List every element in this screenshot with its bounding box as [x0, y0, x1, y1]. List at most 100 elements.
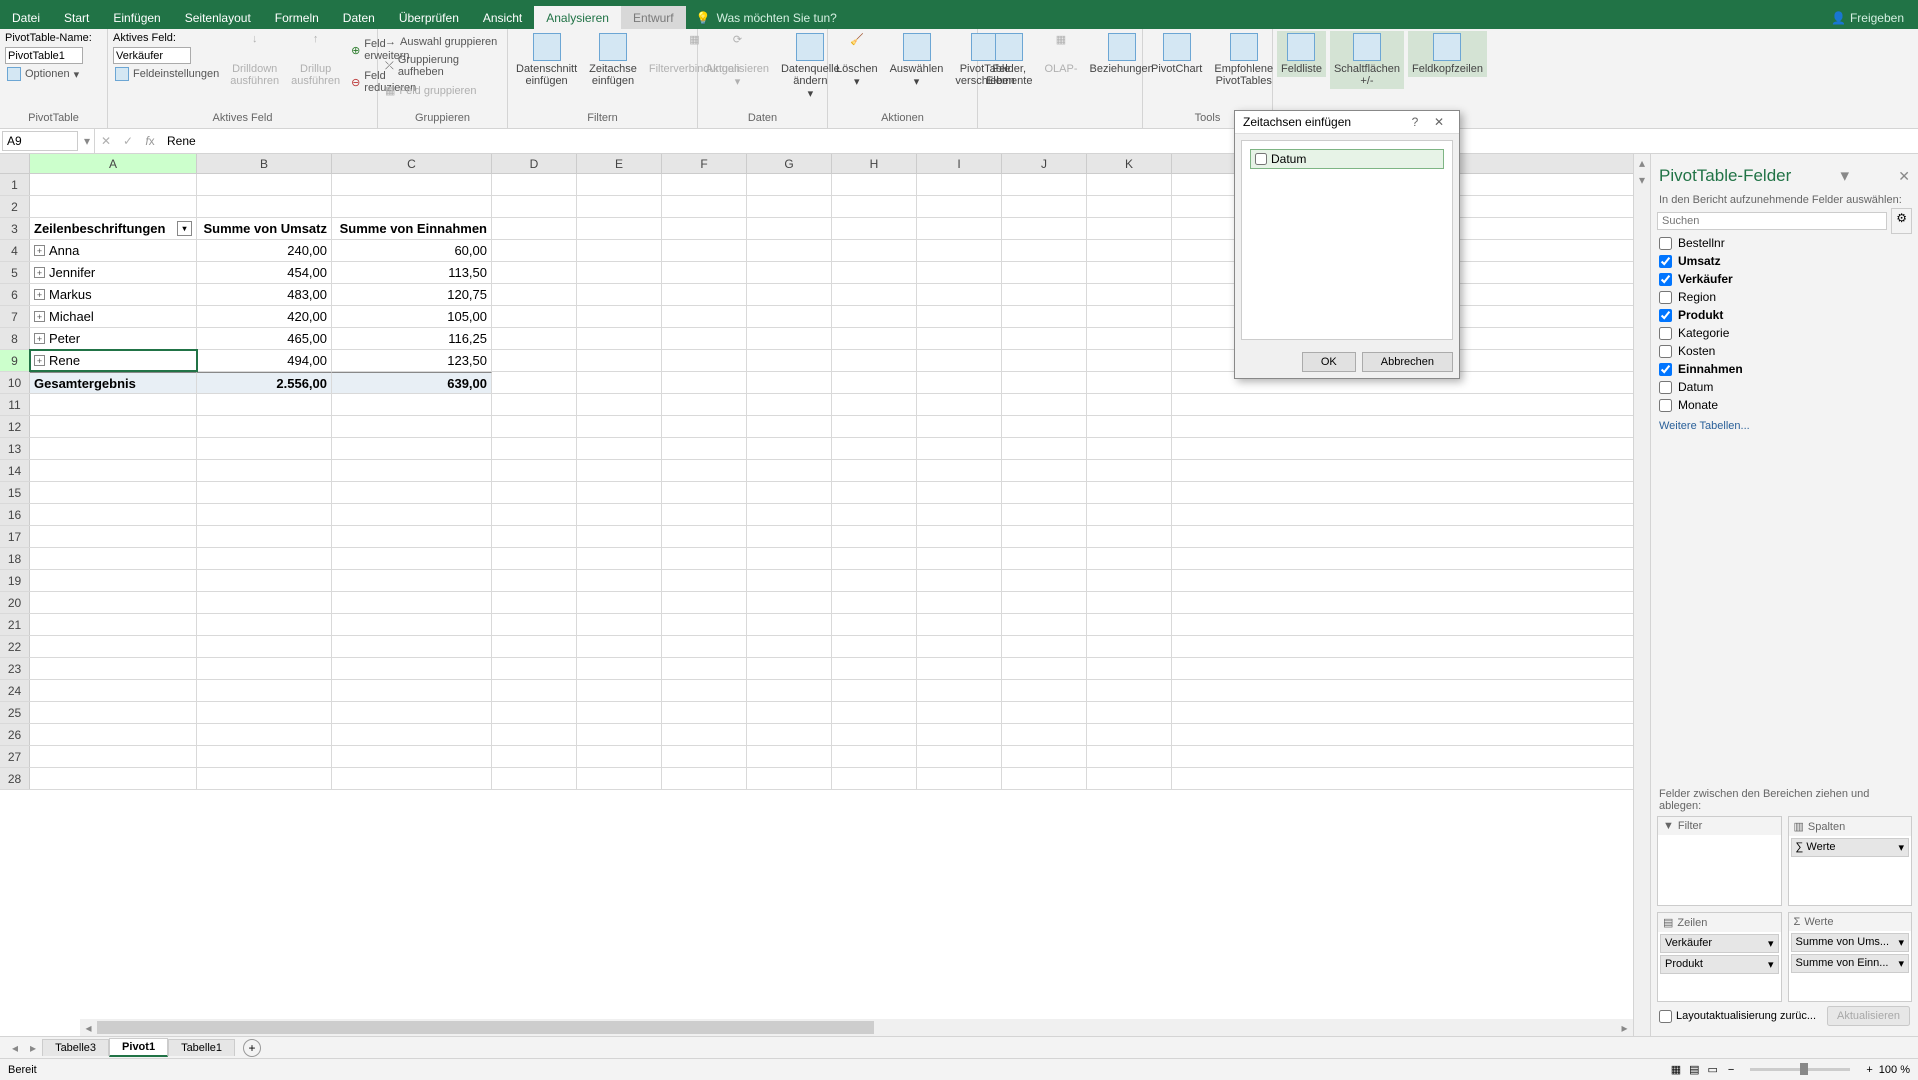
field-item[interactable]: Einnahmen: [1657, 360, 1912, 378]
cell[interactable]: [662, 240, 747, 261]
cell[interactable]: [917, 350, 1002, 371]
cell[interactable]: [662, 394, 747, 415]
cell[interactable]: [747, 372, 832, 393]
gear-icon[interactable]: ⚙: [1891, 208, 1912, 234]
cell[interactable]: [1087, 196, 1172, 217]
row-header[interactable]: 2: [0, 196, 30, 217]
cell[interactable]: [662, 724, 747, 745]
area-item[interactable]: ∑ Werte▾: [1791, 838, 1910, 857]
cell[interactable]: [917, 240, 1002, 261]
cell[interactable]: 494,00: [197, 350, 332, 371]
cell[interactable]: Summe von Umsatz: [197, 218, 332, 239]
area-item[interactable]: Summe von Einn...▾: [1791, 954, 1910, 973]
cell[interactable]: [917, 768, 1002, 789]
cell[interactable]: [917, 702, 1002, 723]
area-item[interactable]: Produkt▾: [1660, 955, 1779, 974]
cell[interactable]: [747, 416, 832, 437]
cell[interactable]: [492, 746, 577, 767]
cell[interactable]: [662, 548, 747, 569]
cell[interactable]: [332, 504, 492, 525]
cell[interactable]: [577, 482, 662, 503]
cell[interactable]: [662, 416, 747, 437]
cell[interactable]: [917, 394, 1002, 415]
cell[interactable]: [662, 482, 747, 503]
cell[interactable]: [30, 416, 197, 437]
cell[interactable]: [832, 614, 917, 635]
row-header[interactable]: 28: [0, 768, 30, 789]
cell[interactable]: [332, 526, 492, 547]
cell[interactable]: 483,00: [197, 284, 332, 305]
cell[interactable]: [492, 680, 577, 701]
cell[interactable]: [577, 438, 662, 459]
cell[interactable]: [1087, 592, 1172, 613]
cell[interactable]: [1087, 526, 1172, 547]
sheet-nav-left-icon[interactable]: ◂: [6, 1041, 24, 1055]
cell[interactable]: [832, 394, 917, 415]
cell[interactable]: [1002, 328, 1087, 349]
field-item[interactable]: Bestellnr: [1657, 234, 1912, 252]
row-header[interactable]: 26: [0, 724, 30, 745]
row-header[interactable]: 1: [0, 174, 30, 195]
col-header-k[interactable]: K: [1087, 154, 1172, 173]
cell[interactable]: [1087, 702, 1172, 723]
cell[interactable]: [1087, 350, 1172, 371]
fields-button[interactable]: Felder, Elemente: [982, 31, 1036, 89]
cell[interactable]: [332, 768, 492, 789]
view-layout-icon[interactable]: ▤: [1685, 1063, 1703, 1076]
cell[interactable]: +Anna: [30, 240, 197, 261]
cell[interactable]: [1087, 768, 1172, 789]
name-box-dropdown[interactable]: ▾: [80, 129, 95, 153]
cell[interactable]: [1087, 614, 1172, 635]
cell[interactable]: [662, 350, 747, 371]
cell[interactable]: [30, 702, 197, 723]
tab-einfuegen[interactable]: Einfügen: [101, 6, 172, 29]
cell[interactable]: [832, 768, 917, 789]
cell[interactable]: [1087, 394, 1172, 415]
cell[interactable]: [832, 592, 917, 613]
expand-button[interactable]: +: [34, 289, 45, 300]
cell[interactable]: [747, 526, 832, 547]
cell[interactable]: [30, 174, 197, 195]
cell[interactable]: [832, 658, 917, 679]
cell[interactable]: [1087, 262, 1172, 283]
cell[interactable]: [332, 548, 492, 569]
expand-button[interactable]: +: [34, 267, 45, 278]
cell[interactable]: [30, 196, 197, 217]
cell[interactable]: [1087, 372, 1172, 393]
cell[interactable]: [197, 724, 332, 745]
cell[interactable]: [577, 394, 662, 415]
group-field-button[interactable]: ▦Feld gruppieren: [382, 83, 479, 98]
cell[interactable]: [332, 174, 492, 195]
cell[interactable]: [747, 570, 832, 591]
field-checkbox[interactable]: [1659, 309, 1672, 322]
cell[interactable]: [332, 196, 492, 217]
cell[interactable]: [1002, 636, 1087, 657]
expand-button[interactable]: +: [34, 311, 45, 322]
fx-icon[interactable]: fx: [139, 134, 161, 148]
cell[interactable]: [832, 438, 917, 459]
cell[interactable]: [832, 416, 917, 437]
cell[interactable]: 2.556,00: [197, 372, 332, 393]
cell[interactable]: [832, 702, 917, 723]
row-header[interactable]: 4: [0, 240, 30, 261]
cell[interactable]: [577, 504, 662, 525]
cell[interactable]: +Rene: [30, 350, 197, 371]
cell[interactable]: [662, 768, 747, 789]
cell[interactable]: [577, 592, 662, 613]
ungroup-button[interactable]: ⤫Gruppierung aufheben: [382, 53, 503, 79]
defer-checkbox[interactable]: [1659, 1010, 1672, 1023]
cell[interactable]: [492, 416, 577, 437]
olap-button[interactable]: ▦OLAP-: [1040, 31, 1081, 77]
timeline-button[interactable]: Zeitachse einfügen: [585, 31, 641, 89]
cell[interactable]: 420,00: [197, 306, 332, 327]
cell[interactable]: [197, 438, 332, 459]
cell[interactable]: [1087, 306, 1172, 327]
recommended-button[interactable]: Empfohlene PivotTables: [1210, 31, 1277, 89]
expand-button[interactable]: +: [34, 333, 45, 344]
cell[interactable]: [832, 174, 917, 195]
row-header[interactable]: 6: [0, 284, 30, 305]
add-sheet-button[interactable]: +: [243, 1039, 261, 1057]
dialog-field-checkbox[interactable]: [1255, 153, 1267, 165]
cell[interactable]: [577, 636, 662, 657]
col-header-c[interactable]: C: [332, 154, 492, 173]
